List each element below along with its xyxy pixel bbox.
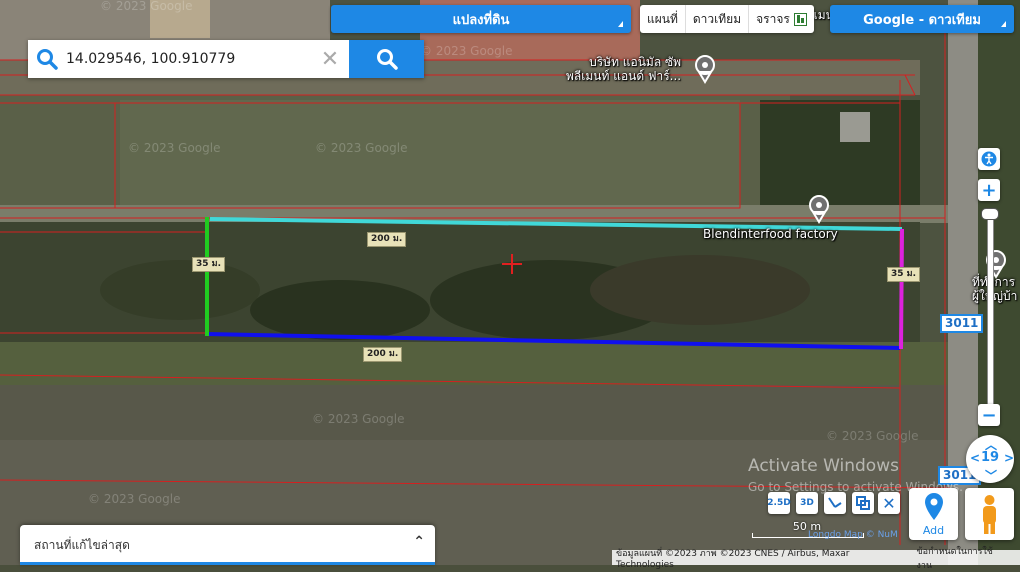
- imagery-watermark: © 2023 Google: [315, 141, 407, 155]
- layers-icon[interactable]: [852, 492, 874, 514]
- imagery-watermark: © 2023 Google: [100, 0, 192, 13]
- maptype-map-button[interactable]: แผนที่: [640, 5, 686, 33]
- search-box: ✕: [28, 40, 424, 78]
- zoom-out-button[interactable]: −: [978, 404, 1000, 426]
- zoom-slider-track[interactable]: [987, 214, 994, 406]
- chevron-up-icon[interactable]: ⌃: [413, 534, 425, 550]
- view-3d-button[interactable]: 3D: [796, 492, 818, 514]
- search-icon: [28, 48, 66, 70]
- location-pin-icon: [924, 493, 943, 520]
- measure-label-right: 35 ม.: [887, 267, 921, 282]
- measure-label-left: 35 ม.: [192, 257, 226, 272]
- zoom-slider-handle[interactable]: [981, 208, 999, 220]
- imagery-watermark: © 2023 Google: [88, 492, 180, 506]
- dropdown-caret-icon: [618, 21, 623, 27]
- measure-label-top: 200 ม.: [367, 232, 407, 247]
- search-input[interactable]: [66, 44, 316, 74]
- dropdown-caret-icon: [1001, 21, 1006, 27]
- map-logo[interactable]: Longdo Map © NuM: [808, 530, 898, 540]
- search-button[interactable]: [349, 40, 424, 78]
- route-shield: 3011: [940, 314, 984, 333]
- activate-windows-title: Activate Windows: [748, 456, 899, 476]
- poi-label-blendinterfood[interactable]: Blendinterfood factory: [703, 227, 838, 241]
- pegman-button[interactable]: [965, 488, 1014, 540]
- accessibility-icon[interactable]: [978, 148, 1000, 170]
- imagery-watermark: © 2023 Google: [420, 44, 512, 58]
- recent-places-panel[interactable]: สถานที่แก้ไขล่าสุด ⌃: [20, 525, 435, 565]
- activate-windows-subtitle: Go to Settings to activate Windows.: [748, 480, 963, 494]
- imagery-watermark: © 2023 Google: [312, 412, 404, 426]
- close-icon[interactable]: ✕: [878, 492, 900, 514]
- view-2-5d-button[interactable]: 2.5D: [767, 492, 791, 514]
- provider-label: Google - ดาวเทียม: [863, 12, 981, 28]
- navigation-ring[interactable]: ︿ ﹀ < > 19: [966, 435, 1014, 483]
- poi-label-village-office[interactable]: ที่ทำการ ผู้ใหญ่บ้า: [972, 275, 1017, 303]
- pan-down-icon[interactable]: ﹀: [985, 467, 997, 484]
- search-icon: [376, 49, 398, 70]
- terms-link[interactable]: ข้อกำหนดในการใช้งาน: [917, 544, 1008, 572]
- maptype-satellite-button[interactable]: ดาวเทียม: [686, 5, 750, 33]
- map-type-switcher: แผนที่ ดาวเทียม จราจร: [640, 5, 814, 33]
- zoom-in-button[interactable]: +: [978, 179, 1000, 201]
- pegman-icon: [983, 495, 996, 534]
- poi-label-animal-supplement[interactable]: บริษัท แอนิมัล ซัพ พลีเมนท์ แอนด์ ฟาร์..…: [566, 55, 681, 83]
- maptype-traffic-button[interactable]: จราจร: [749, 5, 814, 33]
- copyright-bar: ข้อมูลแผนที่ ©2023 ภาพ ©2023 CNES / Airb…: [612, 547, 1020, 571]
- ruler-icon[interactable]: [824, 492, 846, 514]
- measure-label-bottom: 200 ม.: [363, 347, 403, 362]
- add-label: Add: [922, 524, 945, 537]
- parcel-layer-dropdown[interactable]: แปลงที่ดิน: [331, 5, 631, 33]
- imagery-watermark: © 2023 Google: [128, 141, 220, 155]
- parcel-layer-label: แปลงที่ดิน: [452, 12, 510, 28]
- clear-icon[interactable]: ✕: [316, 47, 344, 72]
- copyright-text: ข้อมูลแผนที่ ©2023 ภาพ ©2023 CNES / Airb…: [616, 548, 850, 570]
- imagery-provider-dropdown[interactable]: Google - ดาวเทียม: [830, 5, 1014, 33]
- add-place-button[interactable]: Add: [909, 488, 958, 540]
- imagery-watermark: © 2023 Google: [826, 429, 918, 443]
- zoom-level: 19: [980, 450, 1000, 465]
- recent-panel-title: สถานที่แก้ไขล่าสุด: [34, 538, 130, 552]
- traffic-icon: [793, 12, 807, 26]
